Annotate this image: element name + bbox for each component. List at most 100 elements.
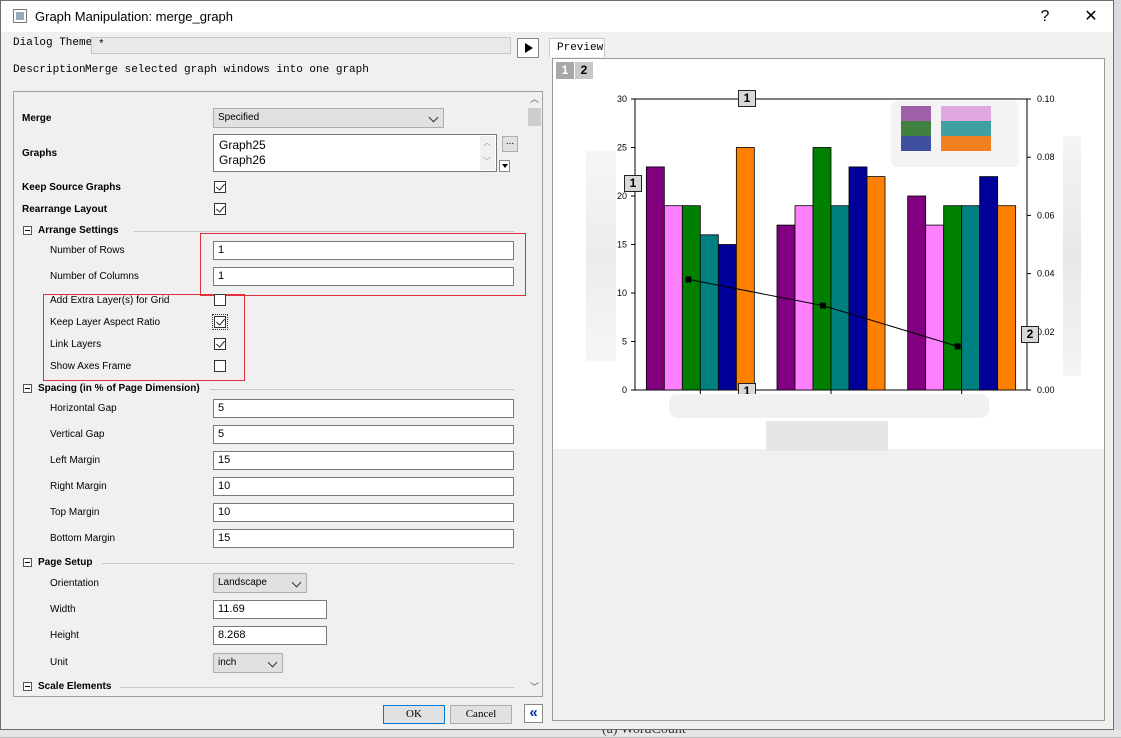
merged-graph-chart: 0 5 10 15 20 25 30 0.00 0.02 0.04 0.06 0.08 0.10 (617, 94, 1055, 395)
right-margin-input[interactable]: 10 (213, 477, 514, 496)
aspect-ratio-label: Keep Layer Aspect Ratio (50, 317, 161, 328)
chevron-down-icon (428, 112, 439, 123)
spacing-collapse-toggle[interactable] (23, 384, 32, 393)
y-tick-label: 30 (617, 94, 627, 104)
width-label: Width (50, 604, 76, 615)
collapse-preview-button[interactable]: « (524, 704, 543, 723)
y-tick-label: 0 (622, 385, 627, 395)
window-title: Graph Manipulation: merge_graph (35, 9, 234, 24)
scale-collapse-toggle[interactable] (23, 682, 32, 691)
merge-select-value: Specified (218, 112, 260, 123)
vertical-gap-input[interactable]: 5 (213, 425, 514, 444)
bar (699, 234, 719, 391)
y2-tick-label: 0.04 (1037, 269, 1055, 279)
theme-menu-button[interactable] (517, 38, 539, 58)
graph-manipulation-dialog: Graph Manipulation: merge_graph ? ✕ Dial… (0, 0, 1114, 730)
y-tick-label: 15 (617, 240, 627, 250)
bar (997, 205, 1017, 391)
rearrange-checkbox[interactable] (214, 203, 226, 215)
height-input[interactable]: 8.268 (213, 626, 327, 645)
graphs-dropdown-button[interactable] (499, 160, 510, 172)
width-input[interactable]: 11.69 (213, 600, 327, 619)
keep-source-checkbox[interactable] (214, 181, 226, 193)
spacing-section-title: Spacing (in % of Page Dimension) (38, 383, 200, 394)
bottom-margin-input[interactable]: 15 (213, 529, 514, 548)
graphs-list-scrollbar[interactable]: ︿ ﹀ (480, 136, 495, 170)
graphs-list-item[interactable]: Graph25 (219, 138, 266, 152)
axes-frame-label: Show Axes Frame (50, 361, 132, 372)
bar (794, 205, 814, 391)
chevron-up-icon: ︿ (483, 138, 491, 147)
extra-layer-checkbox[interactable] (214, 294, 226, 306)
layer-tab-1[interactable]: 1 (556, 62, 574, 79)
rows-input[interactable]: 1 (213, 241, 514, 260)
tab-preview[interactable]: Preview (549, 38, 605, 57)
layer-tab-2[interactable]: 2 (575, 62, 593, 79)
bar (961, 205, 981, 391)
horizontal-gap-input[interactable]: 5 (213, 399, 514, 418)
layer2-marker-right: 2 (1021, 326, 1039, 343)
graphs-list-item[interactable]: Graph26 (219, 153, 266, 167)
arrange-collapse-toggle[interactable] (23, 226, 32, 235)
page-setup-section-title: Page Setup (38, 557, 93, 568)
bottom-margin-label: Bottom Margin (50, 533, 116, 544)
graphs-listbox[interactable]: Graph25 Graph26 ︿ ﹀ (213, 134, 497, 172)
bar (645, 166, 665, 391)
axes-frame-checkbox[interactable] (214, 360, 226, 372)
dialog-theme-label: Dialog Theme (13, 37, 93, 49)
bar (943, 205, 963, 391)
line-point (954, 343, 961, 350)
unit-select[interactable]: inch (213, 653, 283, 673)
scroll-down-icon[interactable]: ﹀ (530, 680, 539, 693)
bar (663, 205, 683, 391)
settings-panel: Merge Specified Graphs Graph25 Graph26 ︿… (13, 91, 543, 697)
aspect-ratio-checkbox[interactable] (212, 314, 228, 330)
bar (866, 176, 886, 391)
height-label: Height (50, 630, 79, 641)
left-margin-input[interactable]: 15 (213, 451, 514, 470)
y-tick-label: 25 (617, 143, 627, 153)
merge-label: Merge (22, 113, 52, 124)
bar (717, 244, 737, 391)
y-tick-label: 20 (617, 191, 627, 201)
y2-tick-label: 0.06 (1037, 210, 1055, 220)
blurred-x-tick-labels (669, 394, 989, 418)
help-button[interactable]: ? (1025, 5, 1065, 29)
arrange-section-title: Arrange Settings (38, 225, 119, 236)
cancel-button[interactable]: Cancel (450, 705, 512, 724)
page-setup-collapse-toggle[interactable] (23, 558, 32, 567)
dialog-theme-field[interactable]: * (91, 37, 511, 54)
browse-graphs-button[interactable]: ... (502, 136, 518, 152)
description-text: Merge selected graph windows into one gr… (85, 64, 369, 76)
ok-button[interactable]: OK (383, 705, 445, 724)
bar (830, 205, 850, 391)
blurred-y-axis-title (586, 151, 616, 361)
scrollbar-thumb[interactable] (528, 108, 541, 126)
columns-label: Number of Columns (50, 271, 139, 282)
blurred-y2-axis-title (1063, 136, 1081, 376)
merge-select[interactable]: Specified (213, 108, 444, 128)
link-layers-checkbox[interactable] (214, 338, 226, 350)
dialog-icon (13, 9, 27, 23)
scale-section-title: Scale Elements (38, 681, 112, 692)
title-bar: Graph Manipulation: merge_graph ? ✕ (1, 1, 1113, 32)
orientation-select[interactable]: Landscape (213, 573, 307, 593)
line-point (820, 302, 826, 309)
y2-tick-label: 0.08 (1037, 152, 1055, 162)
y-tick-label: 10 (617, 288, 627, 298)
close-button[interactable]: ✕ (1071, 5, 1111, 29)
settings-scrollbar[interactable]: ︿ ﹀ (527, 92, 542, 696)
scroll-up-icon[interactable]: ︿ (530, 92, 539, 105)
y2-tick-label: 0.10 (1037, 94, 1055, 104)
bar (979, 176, 999, 391)
background-app-edge (1114, 0, 1121, 737)
unit-label: Unit (50, 657, 68, 668)
bar (776, 224, 796, 391)
top-margin-input[interactable]: 10 (213, 503, 514, 522)
bar (735, 147, 755, 391)
columns-input[interactable]: 1 (213, 267, 514, 286)
chevron-down-icon (267, 657, 278, 668)
blurred-x-axis-title (766, 421, 888, 451)
unit-select-value: inch (218, 657, 237, 668)
y2-tick-label: 0.02 (1037, 327, 1055, 337)
